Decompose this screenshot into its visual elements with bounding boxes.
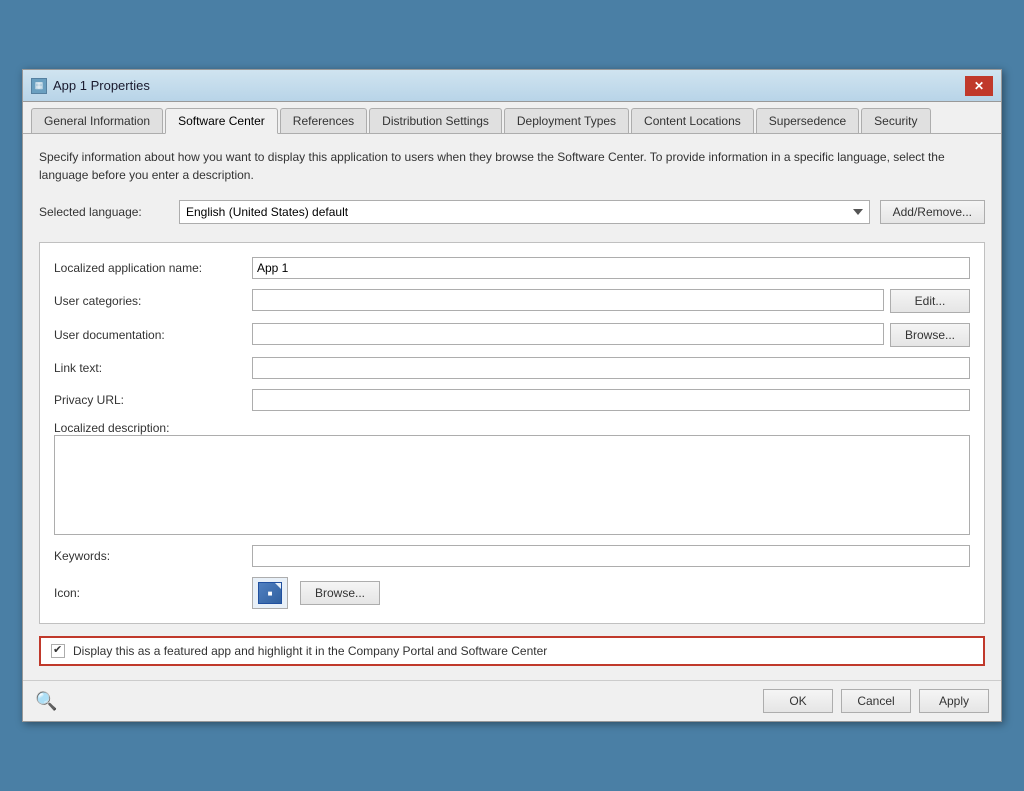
language-label: Selected language: [39, 205, 169, 219]
tab-supersedence[interactable]: Supersedence [756, 108, 859, 133]
link-text-input[interactable] [252, 357, 970, 379]
language-row: Selected language: English (United State… [39, 200, 985, 224]
bottom-left: 🔍 [35, 691, 57, 712]
icon-row: Icon: ■ Browse... [54, 577, 970, 609]
keywords-input[interactable] [252, 545, 970, 567]
featured-checkbox[interactable] [51, 644, 65, 658]
language-select[interactable]: English (United States) default [179, 200, 870, 224]
search-icon: 🔍 [35, 691, 57, 712]
add-remove-button[interactable]: Add/Remove... [880, 200, 985, 224]
link-text-row: Link text: [54, 357, 970, 379]
keywords-row: Keywords: [54, 545, 970, 567]
app-properties-window: ▦ App 1 Properties ✕ General Information… [22, 69, 1002, 722]
bottom-bar: 🔍 OK Cancel Apply [23, 680, 1001, 721]
user-doc-input[interactable] [252, 323, 884, 345]
icon-image: ■ [258, 582, 282, 604]
window-title: App 1 Properties [53, 78, 150, 93]
tab-software-center[interactable]: Software Center [165, 108, 278, 134]
cancel-button[interactable]: Cancel [841, 689, 911, 713]
icon-preview: ■ [252, 577, 288, 609]
keywords-label: Keywords: [54, 549, 244, 563]
close-button[interactable]: ✕ [965, 76, 993, 96]
user-doc-label: User documentation: [54, 328, 244, 342]
app-name-input[interactable] [252, 257, 970, 279]
privacy-url-label: Privacy URL: [54, 393, 244, 407]
apply-button[interactable]: Apply [919, 689, 989, 713]
featured-label: Display this as a featured app and highl… [73, 644, 547, 658]
user-categories-label: User categories: [54, 294, 244, 308]
privacy-url-row: Privacy URL: [54, 389, 970, 411]
edit-button[interactable]: Edit... [890, 289, 970, 313]
privacy-url-input[interactable] [252, 389, 970, 411]
tab-deployment-types[interactable]: Deployment Types [504, 108, 629, 133]
app-name-row: Localized application name: [54, 257, 970, 279]
window-icon: ▦ [31, 78, 47, 94]
user-categories-input[interactable] [252, 289, 884, 311]
tabs-container: General Information Software Center Refe… [23, 102, 1001, 134]
link-text-label: Link text: [54, 361, 244, 375]
tab-security[interactable]: Security [861, 108, 930, 133]
description-text: Specify information about how you want t… [39, 148, 985, 184]
tab-content-area: Specify information about how you want t… [23, 134, 1001, 680]
browse-doc-button[interactable]: Browse... [890, 323, 970, 347]
tab-distribution-settings[interactable]: Distribution Settings [369, 108, 502, 133]
bottom-right: OK Cancel Apply [763, 689, 989, 713]
featured-checkbox-row: Display this as a featured app and highl… [39, 636, 985, 666]
user-categories-input-group: Edit... [252, 289, 970, 313]
user-doc-row: User documentation: Browse... [54, 323, 970, 347]
app-name-label: Localized application name: [54, 261, 244, 275]
localized-desc-label: Localized description: [54, 421, 970, 435]
tab-references[interactable]: References [280, 108, 367, 133]
title-bar: ▦ App 1 Properties ✕ [23, 70, 1001, 102]
localized-desc-textarea[interactable] [54, 435, 970, 535]
form-section: Localized application name: User categor… [39, 242, 985, 624]
tab-content-locations[interactable]: Content Locations [631, 108, 754, 133]
ok-button[interactable]: OK [763, 689, 833, 713]
user-doc-input-group: Browse... [252, 323, 970, 347]
tab-general-information[interactable]: General Information [31, 108, 163, 133]
localized-desc-row: Localized description: [54, 421, 970, 535]
icon-label: Icon: [54, 586, 244, 600]
title-bar-left: ▦ App 1 Properties [31, 78, 150, 94]
user-categories-row: User categories: Edit... [54, 289, 970, 313]
browse-icon-button[interactable]: Browse... [300, 581, 380, 605]
